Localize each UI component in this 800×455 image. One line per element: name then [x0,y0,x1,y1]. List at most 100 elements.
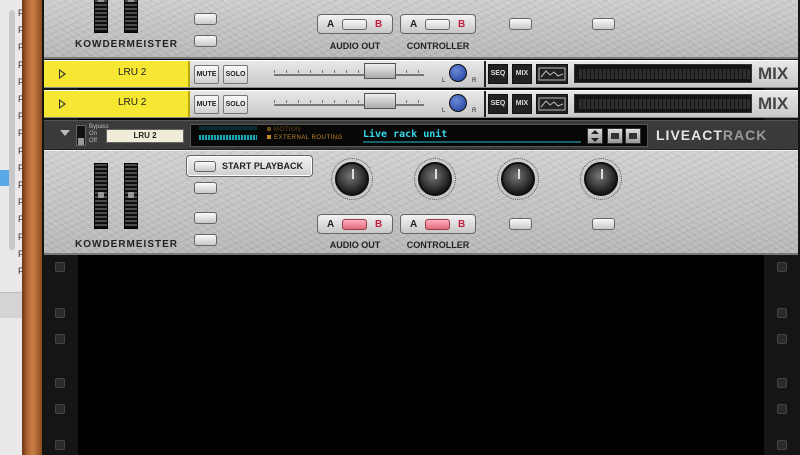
small-button[interactable] [592,18,615,30]
rotary-knob[interactable] [497,158,539,200]
routing-bar [199,126,257,130]
mute-button[interactable]: MUTE [194,65,219,84]
mod-wheel[interactable] [94,0,108,33]
mix-label: MIX [758,64,789,83]
save-icon[interactable] [625,128,641,144]
liveact-rack-strip: Bypass On Off LRU 2 MOTION EXTERNAL ROUT… [44,120,798,150]
a-label: A [410,19,418,30]
volume-fader[interactable] [274,63,424,80]
small-button[interactable] [194,212,217,224]
controller-ab-switch[interactable]: A B [400,14,476,34]
play-arrow-icon[interactable] [59,99,66,109]
mute-button[interactable]: MUTE [194,95,219,114]
routing-option[interactable]: MOTION [267,127,301,133]
controller-label: CONTROLLER [406,41,470,51]
waveform-icon[interactable] [536,64,568,84]
audio-out-ab-switch[interactable]: A B [317,14,393,34]
bypass-switch[interactable] [76,125,86,146]
kowdermeister-device: KOWDERMEISTER START PLAYBACK A B AUDIO O… [44,150,798,255]
pitch-wheel[interactable] [124,163,138,229]
lru-channel-strip: LRU 2 MUTE SOLO L R SEQ MIX MIX [44,90,798,118]
level-meter [574,94,752,113]
audio-out-ab-switch[interactable]: A B [317,214,393,234]
mix-button[interactable]: MIX [512,64,532,84]
fold-arrow-icon[interactable] [60,130,70,136]
b-label: B [458,219,466,230]
arrow-up-icon [591,130,599,134]
channel-name: LRU 2 [118,97,147,108]
rotary-knob[interactable] [414,158,456,200]
fader-handle[interactable] [364,63,396,79]
pitch-wheel[interactable] [124,0,138,33]
routing-display: MOTION EXTERNAL ROUTING Live rack unit [190,124,648,147]
on-label: On [89,131,98,137]
pan-left-label: L [442,78,446,84]
play-arrow-icon[interactable] [59,69,66,79]
mix-label: MIX [758,94,789,113]
ab-toggle[interactable] [425,219,450,230]
small-button[interactable] [194,13,217,25]
b-label: B [458,19,466,30]
waveform-icon[interactable] [536,94,568,114]
sidebar-scrollbar[interactable] [9,10,15,250]
seq-button[interactable]: SEQ [488,64,508,84]
playback-lamp [194,161,216,172]
a-label: A [410,219,418,230]
rotary-knob[interactable] [580,158,622,200]
fader-handle[interactable] [364,93,396,109]
pan-right-label: R [472,78,477,84]
seq-button[interactable]: SEQ [488,94,508,114]
solo-button[interactable]: SOLO [223,95,248,114]
pan-left-label: L [442,108,446,114]
channel-name-block[interactable]: LRU 2 [44,61,190,87]
ab-toggle[interactable] [425,19,450,30]
pan-knob[interactable] [449,94,467,112]
ab-toggle[interactable] [342,219,367,230]
ab-toggle[interactable] [342,19,367,30]
sidebar-footer [0,292,22,318]
small-button[interactable] [509,218,532,230]
routing-bar-active [199,135,257,140]
a-label: A [327,19,335,30]
small-button[interactable] [509,18,532,30]
lru-channel-strip: LRU 2 MUTE SOLO L R SEQ MIX MIX [44,60,798,88]
rotary-knob[interactable] [331,158,373,200]
device-name-tape[interactable]: LRU 2 [106,129,184,143]
rack-wood-side [22,0,42,455]
controller-label: CONTROLLER [406,240,470,250]
patch-select-arrows[interactable] [587,128,603,144]
small-button[interactable] [592,218,615,230]
device-brand: KOWDERMEISTER [75,39,178,50]
controller-ab-switch[interactable]: A B [400,214,476,234]
folder-icon[interactable] [607,128,623,144]
channel-name: LRU 2 [118,67,147,78]
host-sidebar: FFFFFFFFFFFFFFFF [0,0,24,455]
mod-wheel[interactable] [94,163,108,229]
audio-out-label: AUDIO OUT [329,41,381,51]
off-label: Off [89,138,97,144]
pan-knob[interactable] [449,64,467,82]
pan-right-label: R [472,108,477,114]
liveact-rack-logo: LIVEACTRACK [656,127,768,143]
audio-out-label: AUDIO OUT [329,240,381,250]
small-button[interactable] [194,234,217,246]
a-label: A [327,219,335,230]
start-playback-button[interactable]: START PLAYBACK [186,155,313,177]
volume-fader[interactable] [274,93,424,110]
arrow-down-icon [591,138,599,142]
kowdermeister-device-top: KOWDERMEISTER A B AUDIO OUT A B CONTROLL… [44,0,798,59]
channel-name-block[interactable]: LRU 2 [44,91,190,117]
small-button[interactable] [194,182,217,194]
level-meter [574,64,752,83]
unit-name: Live rack unit [363,129,448,140]
start-playback-label: START PLAYBACK [222,161,304,171]
routing-option[interactable]: EXTERNAL ROUTING [267,135,343,141]
sidebar-selection-highlight [0,170,9,186]
b-label: B [375,19,383,30]
reason-rack-window: FFFFFFFFFFFFFFFF KOWDERMEISTER A B AUDIO… [0,0,800,455]
device-brand: KOWDERMEISTER [75,239,178,250]
b-label: B [375,219,383,230]
solo-button[interactable]: SOLO [223,65,248,84]
small-button[interactable] [194,35,217,47]
mix-button[interactable]: MIX [512,94,532,114]
